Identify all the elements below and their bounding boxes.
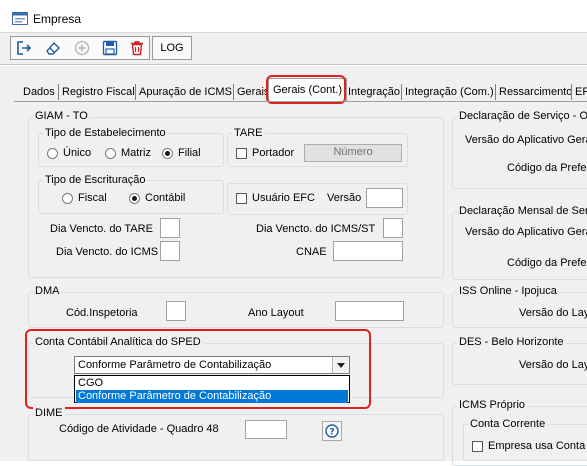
help-icon: ? xyxy=(325,424,339,438)
dia-icms-label: Dia Vencto. do ICMS xyxy=(56,246,159,258)
ano-layout-input[interactable] xyxy=(335,301,404,321)
decl-mensal-title: Declaração Mensal de Serv xyxy=(457,205,587,217)
window-title: Empresa xyxy=(33,12,82,26)
tab-dados[interactable]: Dados xyxy=(20,84,58,101)
exit-button[interactable] xyxy=(14,39,34,57)
delete-icon xyxy=(131,41,143,56)
svg-text:?: ? xyxy=(329,428,334,438)
usa-conta-label: Empresa usa Conta I xyxy=(488,440,587,452)
add-button[interactable] xyxy=(72,39,92,57)
des-title: DES - Belo Horizonte xyxy=(457,336,566,348)
radio-fiscal[interactable] xyxy=(62,193,73,204)
decl-mensal-group xyxy=(452,212,587,280)
dia-icms-st-label: Dia Vencto. do ICMS/ST xyxy=(256,223,376,235)
estabelecimento-title: Tipo de Estabelecimento xyxy=(43,127,168,139)
title-bar xyxy=(0,0,587,33)
cnae-input[interactable] xyxy=(333,241,403,261)
iss-online-title: ISS Online - Ipojuca xyxy=(457,285,559,297)
des-versao-label: Versão do Lay xyxy=(519,359,587,371)
radio-matriz[interactable] xyxy=(105,148,116,159)
save-button[interactable] xyxy=(100,39,120,57)
dma-title: DMA xyxy=(33,285,62,297)
help-button[interactable]: ? xyxy=(322,421,342,441)
radio-fiscal-label: Fiscal xyxy=(78,192,107,204)
radio-matriz-label: Matriz xyxy=(121,147,151,159)
numero-button[interactable]: Número xyxy=(304,144,402,162)
app-window-icon xyxy=(12,12,28,25)
radio-contabil[interactable] xyxy=(129,193,140,204)
clear-button[interactable] xyxy=(43,39,63,57)
versao-input[interactable] xyxy=(366,188,403,208)
radio-unico-label: Único xyxy=(63,147,92,159)
delete-button[interactable] xyxy=(127,39,147,57)
iss-online-versao-label: Versão do Lay xyxy=(519,307,587,319)
dime-title: DIME xyxy=(33,407,65,419)
radio-contabil-label: Contábil xyxy=(145,192,186,204)
dia-icms-input[interactable] xyxy=(160,241,180,261)
dia-tare-label: Dia Vencto. do TARE xyxy=(50,223,153,235)
save-icon xyxy=(102,40,118,56)
tare-title: TARE xyxy=(232,127,265,139)
tab-highlight-box xyxy=(266,75,346,104)
giam-to-title: GIAM - TO xyxy=(33,110,90,122)
exit-icon xyxy=(17,41,32,55)
conta-corrente-title: Conta Corrente xyxy=(468,418,548,430)
tab-registro-fiscal[interactable]: Registro Fiscal xyxy=(59,84,138,101)
tab-panel-border xyxy=(14,101,587,102)
tab-apuracao-icms[interactable]: Apuração de ICMS xyxy=(136,84,235,101)
radio-unico[interactable] xyxy=(47,148,58,159)
decl-servico-group xyxy=(452,117,587,189)
usa-conta-checkbox[interactable] xyxy=(472,441,483,452)
log-button[interactable]: LOG xyxy=(152,36,192,60)
ano-layout-label: Ano Layout xyxy=(248,307,304,319)
cnae-label: CNAE xyxy=(296,246,327,258)
usuario-efc-label: Usuário EFC xyxy=(252,192,315,204)
tab-ef[interactable]: EF xyxy=(572,84,587,101)
decl-servico-codigo-label: Código da Prefei xyxy=(507,162,587,174)
cod-inspetoria-label: Cód.Inspetoria xyxy=(66,307,138,319)
icms-proprio-title: ICMS Próprio xyxy=(457,399,528,411)
tab-ressarcimento[interactable]: Ressarcimento xyxy=(496,84,575,101)
add-icon xyxy=(74,40,90,56)
tab-integracao-com[interactable]: Integração (Com.) xyxy=(402,84,497,101)
portador-label: Portador xyxy=(252,147,295,159)
codigo-atividade-input[interactable] xyxy=(245,420,287,439)
versao-label: Versão xyxy=(327,192,362,204)
eraser-icon xyxy=(46,41,60,55)
dime-group xyxy=(28,414,444,461)
dia-icms-st-input[interactable] xyxy=(383,218,403,238)
radio-filial[interactable] xyxy=(162,148,173,159)
decl-mensal-versao-label: Versão do Aplicativo Gera xyxy=(465,226,587,238)
decl-servico-versao-label: Versão do Aplicativo Gera xyxy=(465,134,587,146)
dia-tare-input[interactable] xyxy=(160,218,180,238)
decl-mensal-codigo-label: Código da Prefei xyxy=(507,257,587,269)
escrituracao-title: Tipo de Escrituração xyxy=(43,174,148,186)
cod-inspetoria-input[interactable] xyxy=(166,301,186,321)
decl-servico-title: Declaração de Serviço - O xyxy=(457,110,587,122)
sped-highlight-box xyxy=(25,329,371,409)
radio-filial-label: Filial xyxy=(178,147,201,159)
tab-integracao[interactable]: Integração xyxy=(345,84,403,101)
usuario-efc-checkbox[interactable] xyxy=(236,193,247,204)
codigo-atividade-label: Código de Atividade - Quadro 48 xyxy=(59,423,219,435)
portador-checkbox[interactable] xyxy=(236,148,247,159)
